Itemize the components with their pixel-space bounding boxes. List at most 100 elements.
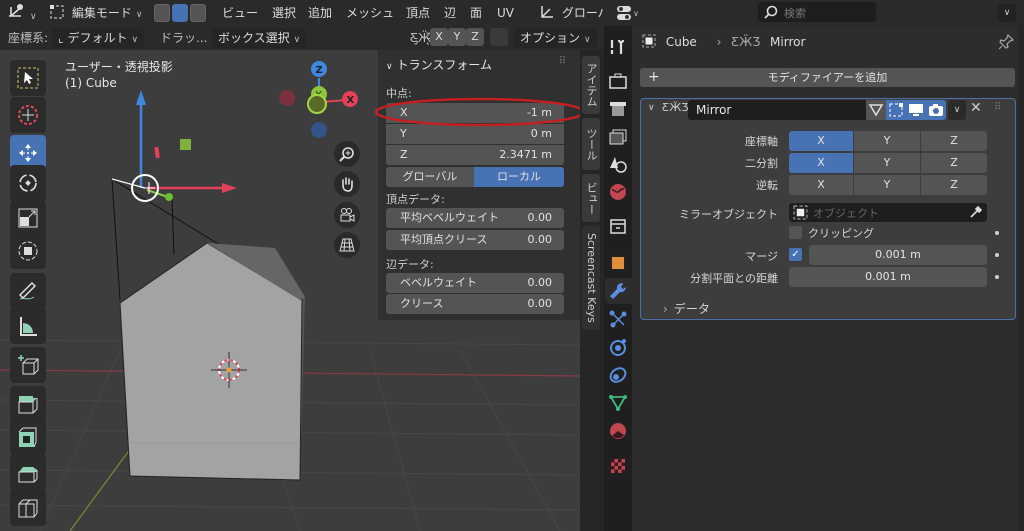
editor-type-button[interactable]: ∨ [616,4,640,25]
zoom-button[interactable] [334,141,360,167]
clipping-checkbox[interactable] [789,226,802,239]
transform-gizmo[interactable] [111,90,237,202]
drag-handle-icon[interactable]: ⠿ [559,56,566,67]
tool-bevel[interactable] [10,455,46,491]
select-box-dropdown[interactable]: ボックス選択 ∨ [212,28,307,48]
collection-tab-icon[interactable] [607,215,629,237]
flip-x-toggle[interactable]: X [789,175,853,195]
menu-edge[interactable]: 辺 [444,3,456,23]
wrench-modifier-tab-icon[interactable] [607,280,629,302]
flip-y-toggle[interactable]: Y [854,175,920,195]
tool-cursor[interactable] [10,97,46,133]
bisect-y-toggle[interactable]: Y [854,153,920,173]
particles-tab-icon[interactable] [607,308,629,330]
topology-mirror-toggle[interactable] [490,28,508,46]
bisect-distance-field[interactable]: 0.001 m [789,267,987,287]
tool-inset[interactable] [10,420,46,456]
world-tab-icon[interactable] [607,181,629,203]
tool-annotate[interactable] [10,273,46,309]
scene-tab-icon[interactable] [607,153,629,175]
edge-crease-field[interactable]: クリース 0.00 [386,294,564,314]
collapse-chevron-icon[interactable]: ∨ [648,103,655,113]
tool-rotate[interactable] [10,165,46,201]
menu-select[interactable]: 選択 [272,3,296,23]
object-tab-icon[interactable] [607,252,629,274]
options-dropdown-button[interactable]: ∨ [998,4,1016,22]
viewport-display-toggle[interactable] [906,100,926,120]
camera-view-button[interactable] [334,202,360,228]
mean-vertex-crease-field[interactable]: 平均頂点クリース 0.00 [386,230,564,250]
tab-screencast-keys[interactable]: Screencast Keys [582,226,600,330]
bisect-z-toggle[interactable]: Z [921,153,987,173]
options-dropdown[interactable]: オプション ∨ [514,28,597,48]
global-toggle[interactable]: グローバル [386,167,474,187]
remove-modifier-icon[interactable]: ✕ [970,100,982,116]
mean-bevel-weight-field[interactable]: 平均ベベルウェイト 0.00 [386,208,564,228]
tool-measure[interactable] [10,308,46,344]
coord-system-dropdown[interactable]: ⌞ デフォルト ∨ [52,28,145,48]
material-tab-icon[interactable] [607,420,629,442]
transform-orientation-dropdown[interactable]: グローバ [540,3,610,23]
tab-item[interactable]: アイテム [582,56,600,114]
view-layer-tab-icon[interactable] [607,126,629,148]
axis-y-toggle[interactable]: Y [854,131,920,151]
mode-dropdown[interactable]: 編集モード ∨ [50,3,142,23]
transform-panel-header[interactable]: ∨ トランスフォーム [386,56,492,73]
output-tab-icon[interactable] [607,98,629,120]
animate-property-dot[interactable] [995,253,999,257]
constraints-tab-icon[interactable] [607,364,629,386]
face-select-mode[interactable] [190,4,206,22]
tool-add-cube[interactable] [10,347,46,383]
menu-vertex[interactable]: 頂点 [406,3,430,23]
properties-search-input[interactable]: 検索 [758,2,876,22]
edit-mode-toggle[interactable] [886,100,906,120]
data-tab-icon[interactable] [607,392,629,414]
mirror-x-toggle[interactable]: X [430,28,448,46]
tab-view[interactable]: ビュー [582,174,600,222]
tool-scale[interactable] [10,200,46,236]
edit-mode-cage-toggle[interactable] [866,100,886,120]
menu-face[interactable]: 面 [470,3,482,23]
axis-z-toggle[interactable]: Z [921,131,987,151]
add-modifier-button[interactable]: + モディファイアーを追加 [640,68,1015,87]
edge-select-mode[interactable] [172,4,188,22]
tool-settings-tab-icon[interactable] [607,36,629,58]
render-toggle[interactable] [926,100,946,120]
tool-transform[interactable] [10,233,46,269]
mirror-object-field[interactable]: オブジェクト [789,203,987,222]
bisect-x-toggle[interactable]: X [789,153,853,173]
merge-checkbox[interactable]: ✓ [789,248,802,261]
editor-type-button[interactable]: ∨ [8,3,37,23]
drag-handle-icon[interactable]: ⠿ [994,102,1001,113]
animate-property-dot[interactable] [995,275,999,279]
merge-distance-field[interactable]: 0.001 m [809,245,987,265]
local-toggle[interactable]: ローカル [474,167,564,187]
pin-icon[interactable] [998,34,1014,50]
flip-z-toggle[interactable]: Z [921,175,987,195]
tab-tool[interactable]: ツール [582,118,600,170]
mirror-y-toggle[interactable]: Y [448,28,466,46]
animate-property-dot[interactable] [995,231,999,235]
properties-scrollbar[interactable] [1018,26,1024,531]
eyedropper-icon[interactable] [969,205,983,219]
edge-bevel-weight-field[interactable]: ベベルウェイト 0.00 [386,273,564,293]
tool-select-box[interactable] [10,60,46,96]
texture-tab-icon[interactable] [607,455,629,477]
modifier-menu-dropdown[interactable]: ∨ [948,100,966,120]
navigation-gizmo[interactable]: Y Z X [279,61,358,138]
tool-loop-cut[interactable] [10,490,46,526]
mirror-z-toggle[interactable]: Z [466,28,484,46]
render-tab-icon[interactable] [607,70,629,92]
vertex-select-mode[interactable] [154,4,170,22]
menu-uv[interactable]: UV [497,3,514,23]
menu-view[interactable]: ビュー [222,3,258,23]
median-z-field[interactable]: Z 2.3471 m [386,145,564,165]
menu-add[interactable]: 追加 [308,3,332,23]
menu-mesh[interactable]: メッシュ [346,3,394,23]
axis-x-toggle[interactable]: X [789,131,853,151]
tool-extrude[interactable] [10,386,46,422]
pan-button[interactable] [334,171,360,197]
modifier-name-input[interactable]: Mirror [688,100,866,120]
ortho-toggle-button[interactable] [334,232,360,258]
drag-label[interactable]: ドラッ... [160,28,207,48]
